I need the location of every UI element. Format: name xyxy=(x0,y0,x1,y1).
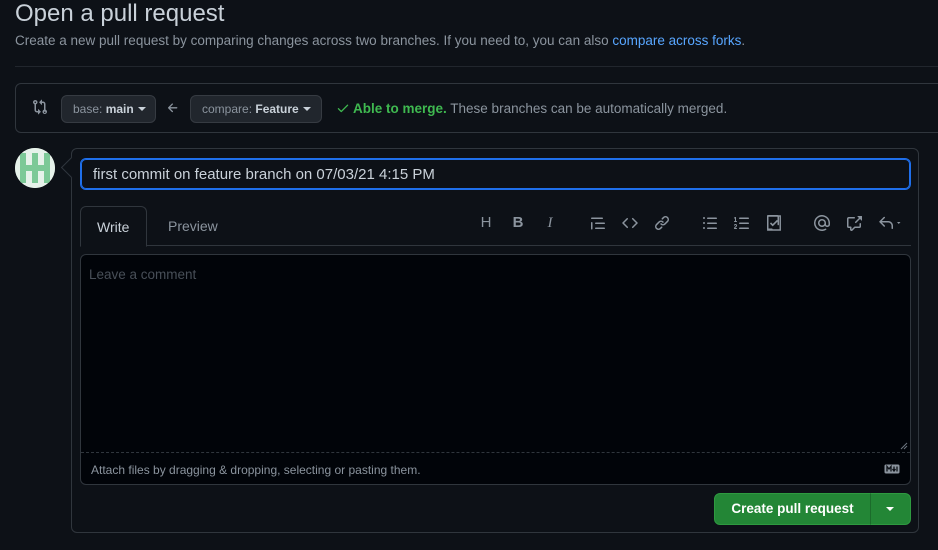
italic-icon[interactable]: I xyxy=(542,215,558,231)
git-compare-icon xyxy=(33,99,48,115)
resize-handle-icon[interactable] xyxy=(900,442,908,450)
comment-box: Attach files by dragging & dropping, sel… xyxy=(80,254,911,485)
pr-title-input[interactable] xyxy=(80,158,911,190)
divider xyxy=(15,66,938,67)
bold-icon[interactable]: B xyxy=(510,215,526,231)
base-label: base: xyxy=(73,102,106,116)
create-pull-request-dropdown[interactable] xyxy=(870,493,911,525)
check-icon xyxy=(337,104,349,113)
heading-icon[interactable]: H xyxy=(478,215,494,231)
editor-tabs: Write Preview H B I xyxy=(80,206,911,247)
arrow-left-icon xyxy=(167,103,178,113)
attach-files-text[interactable]: Attach files by dragging & dropping, sel… xyxy=(91,463,421,477)
merge-message: These branches can be automatically merg… xyxy=(446,101,728,116)
subtitle-end: . xyxy=(741,33,746,48)
tab-preview[interactable]: Preview xyxy=(152,206,234,246)
base-branch-name: main xyxy=(105,102,134,116)
page: Open a pull request Create a new pull re… xyxy=(0,0,938,550)
quote-icon[interactable] xyxy=(590,215,606,231)
comment-textarea[interactable] xyxy=(81,255,910,453)
tab-write[interactable]: Write xyxy=(80,206,147,247)
base-branch-button[interactable]: base: main xyxy=(61,95,156,123)
code-icon[interactable] xyxy=(622,215,638,231)
list-unordered-icon[interactable] xyxy=(702,215,718,231)
range-editor: base: main compare: Feature Able to merg… xyxy=(15,83,938,133)
pull-request-form: Write Preview H B I xyxy=(71,148,919,533)
cross-reference-icon[interactable] xyxy=(846,215,862,231)
compare-branch-name: Feature xyxy=(255,102,299,116)
subtitle-text: Create a new pull request by comparing c… xyxy=(15,33,613,48)
identicon-icon xyxy=(15,148,55,188)
compare-across-forks-link[interactable]: compare across forks xyxy=(612,33,741,48)
merge-ok-text: Able to merge. xyxy=(353,101,447,116)
chevron-down-icon xyxy=(886,507,894,511)
avatar[interactable] xyxy=(15,148,55,188)
link-icon[interactable] xyxy=(654,215,670,231)
merge-status: Able to merge. These branches can be aut… xyxy=(336,100,727,117)
page-subtitle: Create a new pull request by comparing c… xyxy=(15,33,745,49)
list-ordered-icon[interactable] xyxy=(734,215,750,231)
mention-icon[interactable] xyxy=(814,215,830,231)
reply-icon[interactable] xyxy=(878,215,904,231)
page-title: Open a pull request xyxy=(15,0,225,27)
chevron-down-icon xyxy=(302,107,311,111)
tasklist-icon[interactable] xyxy=(766,215,782,231)
compare-label: compare: xyxy=(202,102,256,116)
markdown-icon[interactable] xyxy=(884,464,900,474)
chevron-down-icon xyxy=(137,107,146,111)
create-pull-request-button[interactable]: Create pull request xyxy=(714,493,871,525)
compare-branch-button[interactable]: compare: Feature xyxy=(190,95,322,123)
